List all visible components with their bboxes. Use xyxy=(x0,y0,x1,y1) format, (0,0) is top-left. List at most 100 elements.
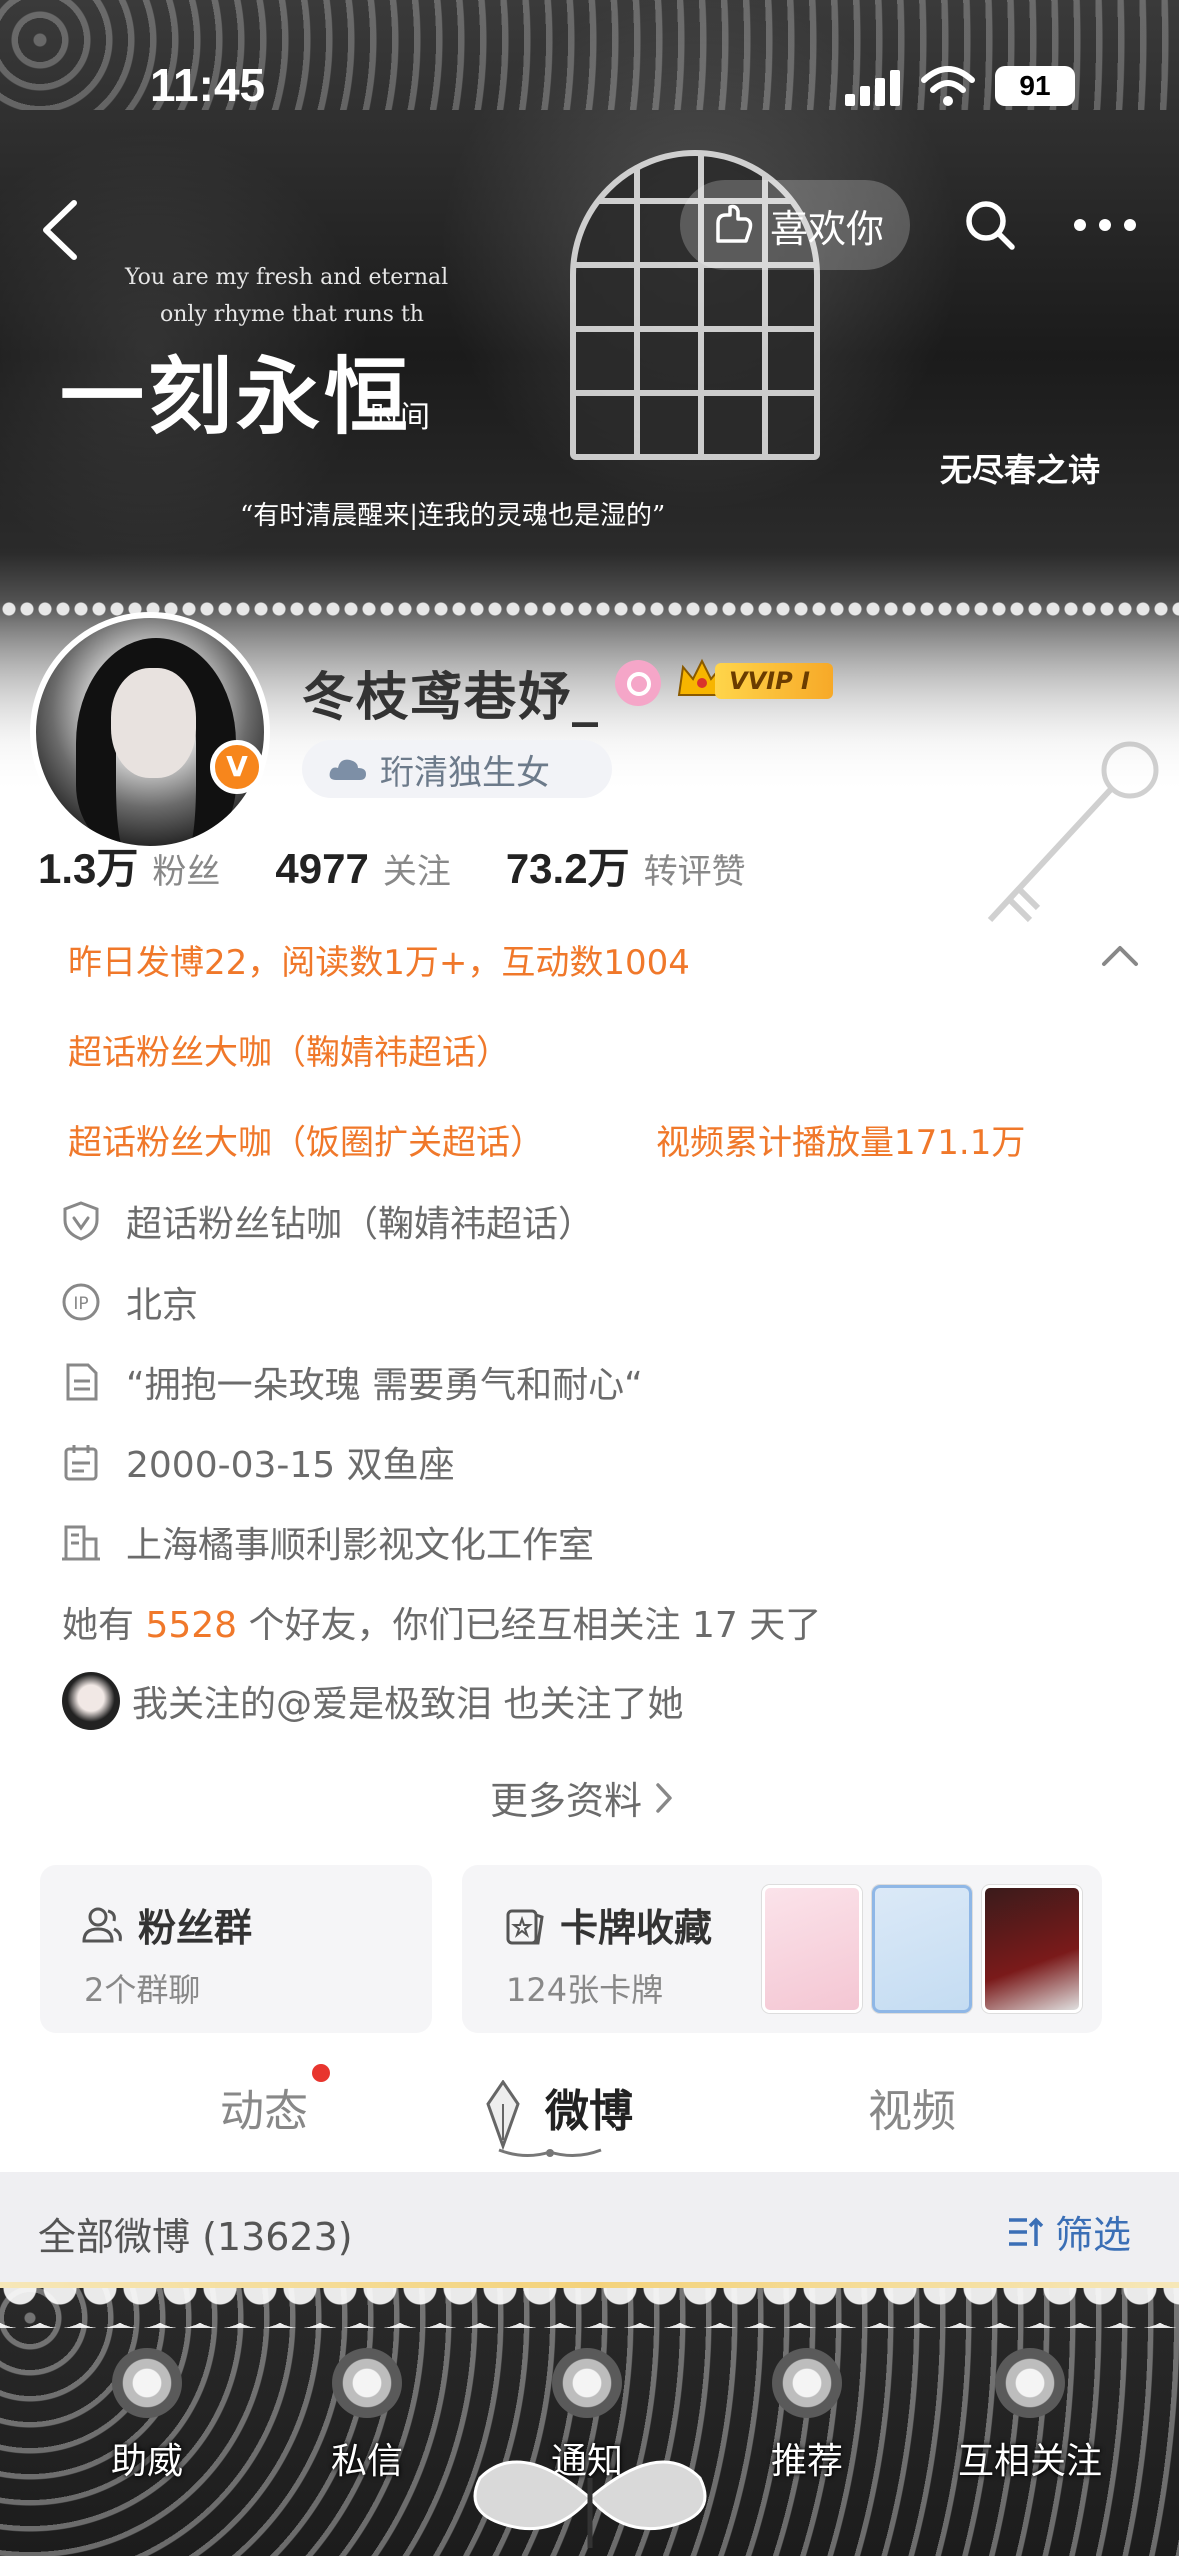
document-icon xyxy=(66,1363,98,1401)
daily-activity-summary[interactable]: 昨日发博22，阅读数1万+，互动数1004 xyxy=(68,935,690,984)
company-row[interactable]: 上海橘事顺利影视文化工作室 xyxy=(60,1516,594,1568)
super-topic-fan-badge-2[interactable]: 超话粉丝大咖（饭圈扩关超话） xyxy=(68,1115,544,1164)
lace-strip-decoration xyxy=(0,2288,1179,2328)
hand-heart-icon xyxy=(716,204,753,243)
nav-recommend-label: 推荐 xyxy=(770,2441,843,2482)
fan-group-card[interactable]: 粉丝群 2个群聊 xyxy=(40,1865,432,2033)
friends-suffix: 个好友，你们已经互相关注 17 天了 xyxy=(248,1605,822,1646)
bottom-action-bar: 助威 私信 通知 推荐 互相关注 xyxy=(0,2288,1179,2556)
banner-english-line-2: only rhyme that runs th xyxy=(160,302,424,327)
notify-ornament-icon xyxy=(552,2348,622,2418)
tab-feed[interactable]: 动态 xyxy=(220,2075,308,2139)
filter-button[interactable]: 筛选 xyxy=(1005,2204,1131,2259)
battery-indicator: 91 xyxy=(995,66,1075,106)
card-collection-card[interactable]: 卡牌收藏 124张卡牌 xyxy=(462,1865,1102,2033)
fan-group-title: 粉丝群 xyxy=(80,1897,252,1952)
banner-subtitle: 时间 xyxy=(370,400,430,435)
profile-tag-label: 珩清独生女 xyxy=(380,752,550,793)
chevron-up-icon[interactable] xyxy=(1098,940,1142,970)
birthday-text: 2000-03-15 双鱼座 xyxy=(126,1445,455,1486)
birthday-row: 2000-03-15 双鱼座 xyxy=(60,1436,455,1488)
calendar-icon xyxy=(64,1445,98,1481)
mutual-friends-row[interactable]: 她有 5528 个好友，你们已经互相关注 17 天了 xyxy=(62,1596,821,1648)
diamond-fan-text: 超话粉丝钻咖（鞠婧祎超话） xyxy=(126,1204,595,1245)
tab-video[interactable]: 视频 xyxy=(868,2075,956,2139)
ip-location-icon: IP xyxy=(62,1283,100,1321)
ip-location-row: IP 北京 xyxy=(60,1276,198,1328)
friends-prefix: 她有 xyxy=(62,1605,135,1646)
card-collection-count: 124张卡牌 xyxy=(506,1971,664,2009)
post-filter-bar: 全部微博 (13623) 筛选 xyxy=(0,2172,1179,2284)
fan-group-count: 2个群聊 xyxy=(84,1971,201,2009)
banner-title: 一刻永恒 xyxy=(60,347,413,446)
followers-count: 1.3万 xyxy=(38,845,139,892)
avatar[interactable] xyxy=(30,612,270,852)
banner-poem-title: 无尽春之诗 xyxy=(940,451,1101,489)
vip-level-label: VVIP I xyxy=(715,663,833,699)
nav-cheer-label: 助威 xyxy=(110,2441,183,2482)
card-collection-icon xyxy=(506,1909,544,1944)
users-icon xyxy=(82,1907,122,1942)
ip-location-text: 北京 xyxy=(126,1285,199,1326)
hourglass-ornament-icon xyxy=(995,2348,1065,2418)
following-count: 4977 xyxy=(275,845,369,892)
verified-badge: V xyxy=(210,740,264,794)
back-icon[interactable] xyxy=(30,195,90,265)
video-plays-summary[interactable]: 视频累计播放量171.1万 xyxy=(656,1115,1025,1164)
like-you-button[interactable]: 喜欢你 xyxy=(680,180,910,270)
mutual-follow-text: 我关注的@爱是极致泪 也关注了她 xyxy=(132,1684,684,1725)
company-text: 上海橘事顺利影视文化工作室 xyxy=(126,1525,595,1566)
vip-badge[interactable]: VVIP I xyxy=(675,655,835,705)
more-info-link[interactable]: 更多资料 xyxy=(490,1770,676,1825)
nav-cheer[interactable]: 助威 xyxy=(72,2348,222,2484)
profile-tag-pill[interactable]: 珩清独生女 xyxy=(302,740,612,798)
status-time: 11:45 xyxy=(150,59,266,111)
super-topic-fan-badge[interactable]: 超话粉丝大咖（鞠婧祎超话） xyxy=(68,1025,510,1074)
profile-stats: 1.3万 粉丝 4977 关注 73.2万 转评赞 xyxy=(38,835,801,896)
avatar-face xyxy=(111,668,196,778)
nav-mutual-follow[interactable]: 互相关注 xyxy=(952,2348,1108,2484)
following-label: 关注 xyxy=(382,852,451,892)
cellular-signal-icon xyxy=(845,70,901,106)
nav-mutual-follow-label: 互相关注 xyxy=(957,2441,1102,2482)
content-tabs: 动态 微博 视频 xyxy=(0,2075,1179,2175)
card-collection-title: 卡牌收藏 xyxy=(502,1897,712,1952)
card-thumbnail-2[interactable] xyxy=(872,1885,972,2013)
following-stat[interactable]: 4977 关注 xyxy=(275,844,450,893)
unread-dot xyxy=(312,2064,330,2082)
bio-text: “拥抱一朵玫瑰 需要勇气和耐心“ xyxy=(126,1365,643,1406)
pendant-icon xyxy=(486,2080,520,2150)
more-info-label: 更多资料 xyxy=(490,1779,643,1823)
more-options-icon[interactable] xyxy=(1060,195,1150,255)
followers-stat[interactable]: 1.3万 粉丝 xyxy=(38,835,220,896)
nav-message[interactable]: 私信 xyxy=(292,2348,442,2484)
banner-quote: “有时清晨醒来|连我的灵魂也是湿的” xyxy=(240,501,666,531)
username: 冬枝鸢巷妤_ xyxy=(302,668,601,728)
engagement-stat[interactable]: 73.2万 转评赞 xyxy=(506,835,746,896)
fan-group-label: 粉丝群 xyxy=(138,1906,253,1950)
mutual-follow-row[interactable]: 我关注的@爱是极致泪 也关注了她 xyxy=(62,1672,683,1730)
cheer-ornament-icon xyxy=(112,2348,182,2418)
filter-icon xyxy=(1009,2217,1044,2246)
card-thumbnail-3[interactable] xyxy=(982,1885,1082,2013)
recommend-ornament-icon xyxy=(772,2348,842,2418)
card-thumbnail-1[interactable] xyxy=(762,1885,862,2013)
svg-text:IP: IP xyxy=(73,1294,88,1314)
tab-weibo[interactable]: 微博 xyxy=(545,2075,633,2139)
engagement-label: 转评赞 xyxy=(643,852,746,892)
butterfly-decoration-icon xyxy=(473,2460,707,2548)
engagement-count: 73.2万 xyxy=(505,845,630,892)
search-icon[interactable] xyxy=(960,195,1020,255)
female-gender-icon xyxy=(615,660,661,706)
nav-message-label: 私信 xyxy=(330,2441,403,2482)
card-collection-label: 卡牌收藏 xyxy=(560,1906,713,1950)
diamond-fan-row[interactable]: 超话粉丝钻咖（鞠婧祎超话） xyxy=(60,1195,594,1247)
message-ornament-icon xyxy=(332,2348,402,2418)
followers-label: 粉丝 xyxy=(152,852,221,892)
nav-recommend[interactable]: 推荐 xyxy=(732,2348,882,2484)
friends-count: 5528 xyxy=(145,1605,238,1646)
tab-active-indicator xyxy=(498,2148,602,2157)
shield-check-icon xyxy=(63,1201,99,1241)
wifi-icon xyxy=(921,66,975,106)
cloud-icon xyxy=(329,759,366,780)
